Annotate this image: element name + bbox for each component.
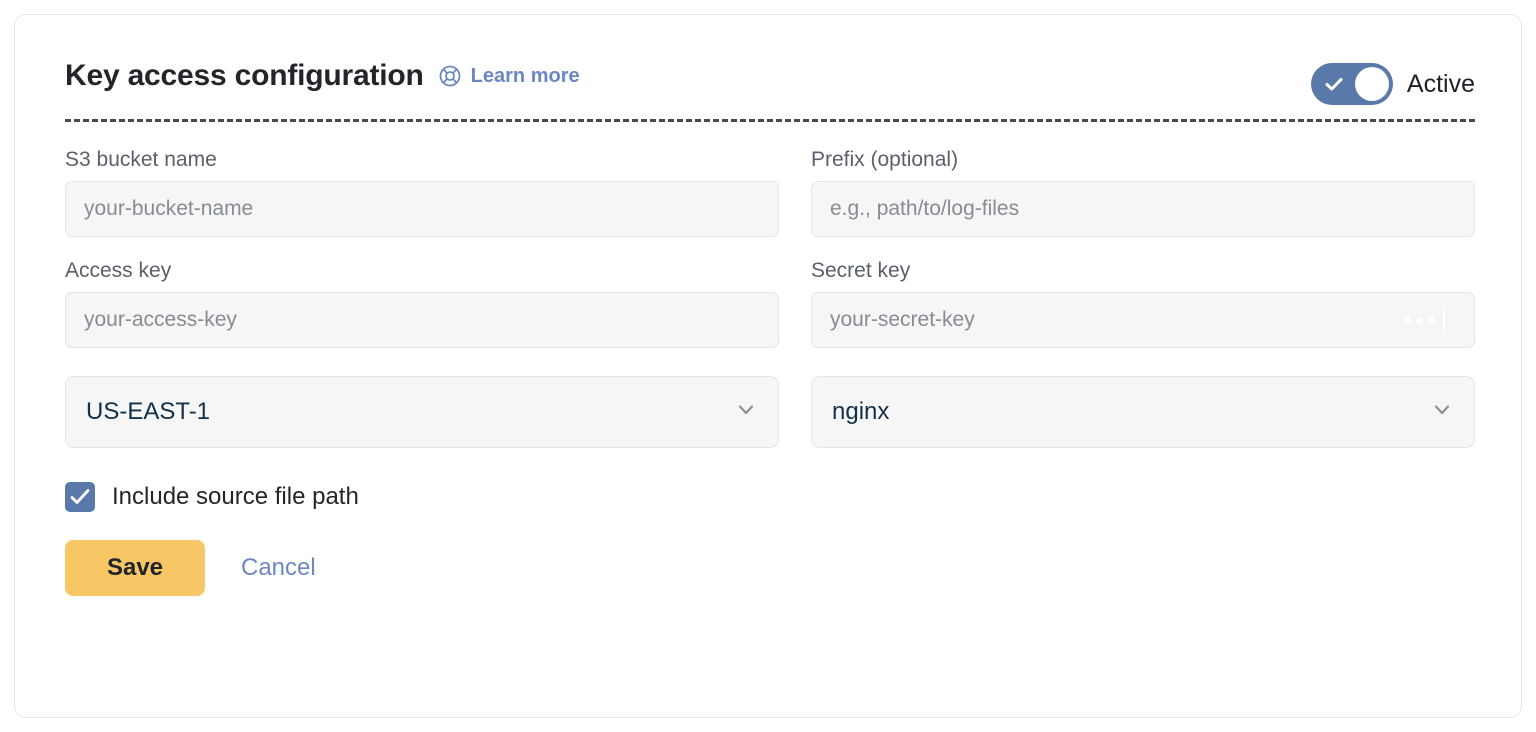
field-label: Access key — [65, 259, 779, 283]
log-format-select[interactable]: nginx — [811, 376, 1475, 448]
card-content: Key access configuration Learn more — [65, 55, 1475, 596]
s3-bucket-name-input[interactable] — [65, 181, 779, 237]
toggle-label: Active — [1407, 70, 1475, 99]
check-icon — [70, 488, 90, 506]
field-label: Prefix (optional) — [811, 148, 1475, 172]
log-format-select-wrap: nginx — [811, 376, 1475, 448]
check-icon — [1324, 74, 1344, 94]
save-button[interactable]: Save — [65, 540, 205, 596]
form-fields-grid: S3 bucket name Prefix (optional) Access … — [65, 148, 1475, 370]
secret-key-input[interactable] — [811, 292, 1475, 348]
section-divider — [65, 119, 1475, 122]
title-group: Key access configuration Learn more — [65, 59, 580, 93]
lifebuoy-icon — [438, 64, 462, 88]
status-toggle-group: Active — [1311, 63, 1475, 105]
field-label: Secret key — [811, 259, 1475, 283]
key-access-configuration-card: Key access configuration Learn more — [14, 14, 1522, 718]
include-source-file-path-label[interactable]: Include source file path — [112, 483, 359, 511]
page-title: Key access configuration — [65, 59, 424, 93]
access-key-input[interactable] — [65, 292, 779, 348]
field-access-key: Access key — [65, 259, 779, 348]
form-actions: Save Cancel — [65, 540, 1475, 596]
field-secret-key: Secret key — [811, 259, 1475, 348]
log-format-select-value: nginx — [832, 398, 889, 426]
region-select-value: US-EAST-1 — [86, 398, 210, 426]
field-label: S3 bucket name — [65, 148, 779, 172]
field-prefix: Prefix (optional) — [811, 148, 1475, 237]
toggle-knob — [1355, 67, 1389, 101]
region-select-wrap: US-EAST-1 — [65, 376, 779, 448]
form-selects-row: US-EAST-1 nginx — [65, 376, 1475, 448]
field-s3-bucket-name: S3 bucket name — [65, 148, 779, 237]
prefix-input[interactable] — [811, 181, 1475, 237]
cancel-button[interactable]: Cancel — [227, 554, 330, 582]
include-source-file-path-row: Include source file path — [65, 482, 1475, 512]
region-select[interactable]: US-EAST-1 — [65, 376, 779, 448]
include-source-file-path-checkbox[interactable] — [65, 482, 95, 512]
card-header: Key access configuration Learn more — [65, 55, 1475, 113]
secret-key-input-wrap — [811, 292, 1475, 348]
learn-more-link[interactable]: Learn more — [471, 65, 580, 88]
active-toggle[interactable] — [1311, 63, 1393, 105]
